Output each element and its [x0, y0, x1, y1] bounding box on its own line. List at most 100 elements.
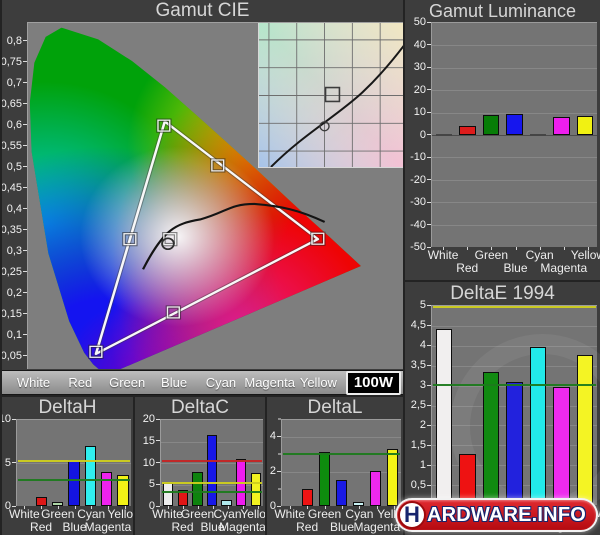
x-label-green: Green: [180, 507, 215, 521]
y-tick-label: 5: [149, 478, 160, 490]
white-point-inset-zoom: [258, 23, 403, 168]
y-tick-label: 50: [414, 16, 431, 28]
gridline: [432, 45, 597, 47]
cie-y-tick-label: 0,65: [2, 98, 27, 110]
bar-green: [52, 501, 64, 506]
gridline: [432, 224, 597, 226]
cie-y-tick-label: 0,25: [2, 266, 27, 278]
gridline: [282, 471, 401, 473]
legend-label-yellow: Yellow: [299, 375, 337, 390]
bar-red: [459, 126, 476, 135]
y-tick-label: 15: [143, 435, 160, 447]
bar-green: [482, 114, 500, 135]
y-tick-label: 10: [414, 106, 431, 118]
cie-y-tick-label: 0,2: [7, 287, 27, 299]
bar-yellow: [576, 354, 594, 505]
y-axis: 0 5 10 15 20: [135, 413, 160, 512]
x-label-white: White: [152, 507, 183, 521]
y-tick-label: 10: [2, 413, 16, 425]
y-tick-label: 4,5: [411, 319, 431, 331]
x-axis-labels: WhiteRedGreenBlueCyanMagentaYellow: [274, 506, 403, 534]
x-label-white: White: [274, 507, 306, 521]
logo-text: ARDWARE.INFO: [426, 503, 586, 526]
bar-magenta: [369, 470, 382, 506]
cie-y-tick-label: 0,7: [7, 77, 27, 89]
bar-cyan: [529, 134, 547, 136]
hardware-info-logo: H ARDWARE.INFO: [394, 498, 598, 532]
legend-label-red: Red: [68, 375, 93, 390]
cie-y-tick-label: 0,35: [2, 224, 27, 236]
delta-c-panel: DeltaC 0 5 10 15 20 White Red Green Blue Cyan Mag…: [135, 397, 265, 535]
y-axis: -50 -40 -30 -20 -10 0 10 20 30 40 50: [405, 16, 431, 253]
y-tick-label: -10: [410, 151, 431, 163]
bar-magenta: [100, 472, 113, 506]
y-tick-label: 5: [5, 457, 16, 469]
bar-green: [192, 471, 203, 506]
x-label-magenta: Magenta: [219, 520, 265, 534]
y-tick-label: -20: [410, 174, 431, 186]
y-tick-label: -30: [410, 196, 431, 208]
reference-line: [433, 306, 596, 309]
x-label-red: Red: [296, 520, 319, 534]
bar-magenta: [553, 386, 570, 505]
cie-y-tick-label: 0,6: [7, 119, 27, 131]
cie-y-tick-label: 0,3: [7, 245, 27, 257]
gamut-cie-panel: Gamut CIE 0,8 0,75 0,7 0,65 0,6 0,55 0,5 0,45 0,…: [2, 0, 403, 370]
deltae-title: DeltaE 1994: [450, 283, 555, 304]
power-badge[interactable]: 100W: [345, 370, 402, 395]
y-tick-label: 1: [420, 459, 431, 471]
gamut-cie-title: Gamut CIE: [155, 0, 250, 21]
x-label-cyan: Cyan: [345, 507, 374, 521]
reference-line: [283, 452, 400, 455]
bar-yellow: [386, 449, 399, 506]
bar-blue: [506, 382, 523, 505]
bar-magenta: [553, 117, 570, 135]
x-label-magenta: Magenta: [353, 520, 401, 534]
y-tick-label: 0: [420, 129, 431, 141]
bar-cyan: [352, 501, 365, 506]
plot-area: [431, 305, 600, 519]
gridline: [432, 325, 597, 327]
y-tick-label: 4: [420, 339, 431, 351]
bar-white: [435, 329, 453, 505]
x-label-magenta: Magenta: [540, 261, 588, 275]
reference-line: [162, 460, 262, 463]
x-axis-labels: WhiteRedGreenBlueCyanMagentaYellow: [428, 247, 600, 279]
y-axis: 00,511,522,533,544,55: [405, 299, 431, 511]
x-tick: [515, 247, 517, 250]
cie-diagram: 0,8 0,75 0,7 0,65 0,6 0,55 0,5 0,45 0,4 0,35 0,3 0,…: [2, 22, 403, 369]
bar-white: [163, 482, 174, 506]
cie-y-tick-label: 0,1: [7, 329, 27, 341]
y-tick-label: 20: [414, 84, 431, 96]
legend-label-white: White: [16, 375, 51, 390]
plot-area: [281, 419, 401, 506]
logo-h-circle: H: [397, 501, 426, 529]
delta-h-panel: DeltaH 0510 WhiteRedGreenBlueCyanMagenta…: [2, 397, 133, 535]
reference-line: [18, 479, 130, 482]
cie-y-tick-label: 0,45: [2, 182, 27, 194]
delta-l-title: DeltaL: [307, 397, 363, 418]
x-label-green: Green: [474, 248, 509, 262]
bar-yellow: [250, 473, 261, 506]
cie-y-tick-label: 0,4: [7, 203, 27, 215]
x-label-red: Red: [456, 261, 479, 275]
gridline: [432, 67, 597, 69]
bar-blue: [335, 480, 348, 506]
bar-red: [35, 496, 48, 506]
y-tick-label: 1,5: [411, 439, 431, 451]
x-label-cyan: Cyan: [77, 507, 106, 521]
cie-y-tick-label: 0,15: [2, 308, 27, 320]
y-tick-label: 3,5: [411, 359, 431, 371]
x-tick: [563, 247, 565, 250]
x-label-cyan: Cyan: [525, 248, 554, 262]
bar-green: [318, 451, 331, 506]
legend-label-green: Green: [109, 375, 146, 390]
x-label-red: Red: [171, 520, 194, 534]
y-axis: 024: [267, 418, 281, 512]
cie-y-tick-label: 0,5: [7, 161, 27, 173]
reference-line: [18, 460, 130, 463]
x-label-yellow: Yellow: [107, 507, 133, 521]
x-label-blue: Blue: [329, 520, 355, 534]
gamut-luminance-panel: Gamut Luminance -50 -40 -30 -20 -10 0 10 20 30 40…: [405, 0, 600, 280]
bar-cyan: [529, 346, 547, 505]
